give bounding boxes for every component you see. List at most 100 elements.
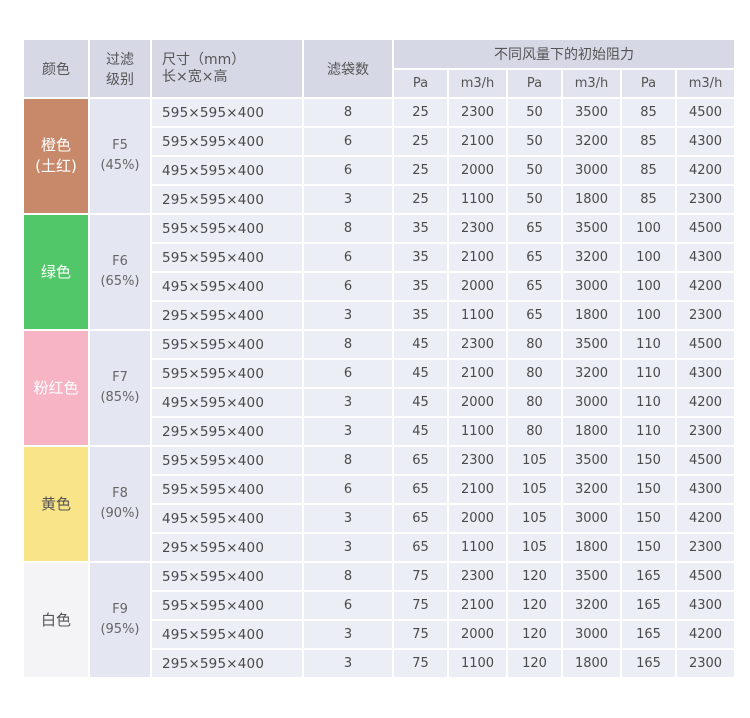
pa-cell: 45 — [394, 418, 447, 445]
pa-cell: 75 — [394, 621, 447, 648]
pa-cell: 35 — [394, 273, 447, 300]
pa-cell: 50 — [508, 99, 561, 126]
pa-cell: 35 — [394, 302, 447, 329]
bags-cell: 3 — [304, 389, 392, 416]
header-resistance: 不同风量下的初始阻力 — [394, 40, 735, 68]
size-cell: 595×595×400 — [152, 563, 302, 590]
airflow-cell: 1800 — [563, 650, 620, 677]
pa-cell: 65 — [394, 534, 447, 561]
pa-cell: 105 — [508, 505, 561, 532]
airflow-cell: 3200 — [563, 476, 620, 503]
color-name: 白色 — [40, 610, 71, 629]
bags-cell: 6 — [304, 273, 392, 300]
bags-cell: 3 — [304, 650, 392, 677]
size-cell: 595×595×400 — [152, 360, 302, 387]
airflow-cell: 1800 — [563, 302, 620, 329]
airflow-cell: 2300 — [449, 331, 506, 358]
header-sub: Pa — [508, 70, 561, 97]
airflow-cell: 4200 — [677, 621, 735, 648]
pa-cell: 25 — [394, 99, 447, 126]
table-row: 白色 F9 (95%) 595×595×400 8 75 2300 120 3500 165 450… — [24, 563, 735, 677]
size-cell: 295×595×400 — [152, 186, 302, 213]
size-cell: 495×595×400 — [152, 273, 302, 300]
bags-cell: 6 — [304, 476, 392, 503]
airflow-cell: 3500 — [563, 99, 620, 126]
table-body: 橙色 (土红) F5 (45%) 595×595×400 8 25 2300 50 3500 85 4… — [24, 99, 735, 677]
size-cell: 595×595×400 — [152, 215, 302, 242]
airflow-cell: 4300 — [677, 476, 735, 503]
pa-cell: 50 — [508, 157, 561, 184]
header-size: 尺寸（mm） 长×宽×高 — [152, 40, 302, 97]
pa-cell: 120 — [508, 563, 561, 590]
pa-cell: 85 — [622, 186, 675, 213]
bags-cell: 6 — [304, 360, 392, 387]
pa-cell: 165 — [622, 563, 675, 590]
airflow-cell: 1100 — [449, 418, 506, 445]
pa-cell: 75 — [394, 650, 447, 677]
airflow-cell: 3000 — [563, 505, 620, 532]
grade-label: F7 — [112, 370, 128, 385]
airflow-cell: 2300 — [449, 447, 506, 474]
header-size-line2: 长×宽×高 — [162, 68, 228, 85]
color-name: 绿色 — [40, 262, 71, 281]
pa-cell: 105 — [508, 476, 561, 503]
table-header: 颜色 过滤 级别 尺寸（mm） 长×宽×高 滤袋数 不同风量下的初始阻力 Pa … — [24, 40, 735, 97]
pa-cell: 150 — [622, 505, 675, 532]
airflow-cell: 2300 — [677, 302, 735, 329]
airflow-cell: 2300 — [677, 186, 735, 213]
airflow-cell: 1100 — [449, 650, 506, 677]
header-bags: 滤袋数 — [304, 40, 392, 97]
airflow-cell: 4300 — [677, 360, 735, 387]
size-cell: 595×595×400 — [152, 476, 302, 503]
airflow-cell: 2300 — [449, 99, 506, 126]
pa-cell: 165 — [622, 650, 675, 677]
pa-cell: 25 — [394, 128, 447, 155]
airflow-cell: 4500 — [677, 563, 735, 590]
color-swatch-cell: 黄色 — [24, 447, 88, 561]
airflow-cell: 1100 — [449, 302, 506, 329]
airflow-cell: 1100 — [449, 186, 506, 213]
size-cell: 295×595×400 — [152, 534, 302, 561]
pa-cell: 85 — [622, 157, 675, 184]
header-grade: 过滤 级别 — [90, 40, 150, 97]
airflow-cell: 3500 — [563, 563, 620, 590]
pa-cell: 65 — [508, 244, 561, 271]
header-grade-line1: 过滤 — [106, 51, 134, 68]
pa-cell: 50 — [508, 186, 561, 213]
pa-cell: 105 — [508, 447, 561, 474]
pa-cell: 120 — [508, 621, 561, 648]
grade-cell: F6 (65%) — [90, 215, 150, 329]
pa-cell: 45 — [394, 389, 447, 416]
pa-cell: 65 — [394, 476, 447, 503]
grade-label: F5 — [112, 138, 128, 153]
table-row: 黄色 F8 (90%) 595×595×400 8 65 2300 105 3500 150 450… — [24, 447, 735, 561]
airflow-cell: 3500 — [563, 331, 620, 358]
size-cell: 295×595×400 — [152, 302, 302, 329]
airflow-cell: 2300 — [449, 563, 506, 590]
size-cell: 295×595×400 — [152, 650, 302, 677]
spec-table-wrapper: 颜色 过滤 级别 尺寸（mm） 长×宽×高 滤袋数 不同风量下的初始阻力 Pa … — [22, 38, 735, 679]
bags-cell: 8 — [304, 215, 392, 242]
bags-cell: 3 — [304, 621, 392, 648]
airflow-cell: 2000 — [449, 273, 506, 300]
pa-cell: 45 — [394, 360, 447, 387]
size-cell: 595×595×400 — [152, 447, 302, 474]
header-sub: m3/h — [563, 70, 620, 97]
pa-cell: 100 — [622, 302, 675, 329]
airflow-cell: 2100 — [449, 244, 506, 271]
color-name: 橙色 — [40, 136, 71, 154]
airflow-cell: 4500 — [677, 215, 735, 242]
grade-efficiency: (65%) — [100, 274, 140, 289]
size-cell: 595×595×400 — [152, 99, 302, 126]
size-cell: 595×595×400 — [152, 244, 302, 271]
pa-cell: 120 — [508, 650, 561, 677]
bags-cell: 6 — [304, 592, 392, 619]
header-sub: m3/h — [449, 70, 506, 97]
grade-cell: F7 (85%) — [90, 331, 150, 445]
airflow-cell: 2300 — [449, 215, 506, 242]
grade-label: F9 — [112, 602, 128, 617]
airflow-cell: 3000 — [563, 273, 620, 300]
airflow-cell: 3200 — [563, 244, 620, 271]
pa-cell: 35 — [394, 244, 447, 271]
pa-cell: 80 — [508, 418, 561, 445]
